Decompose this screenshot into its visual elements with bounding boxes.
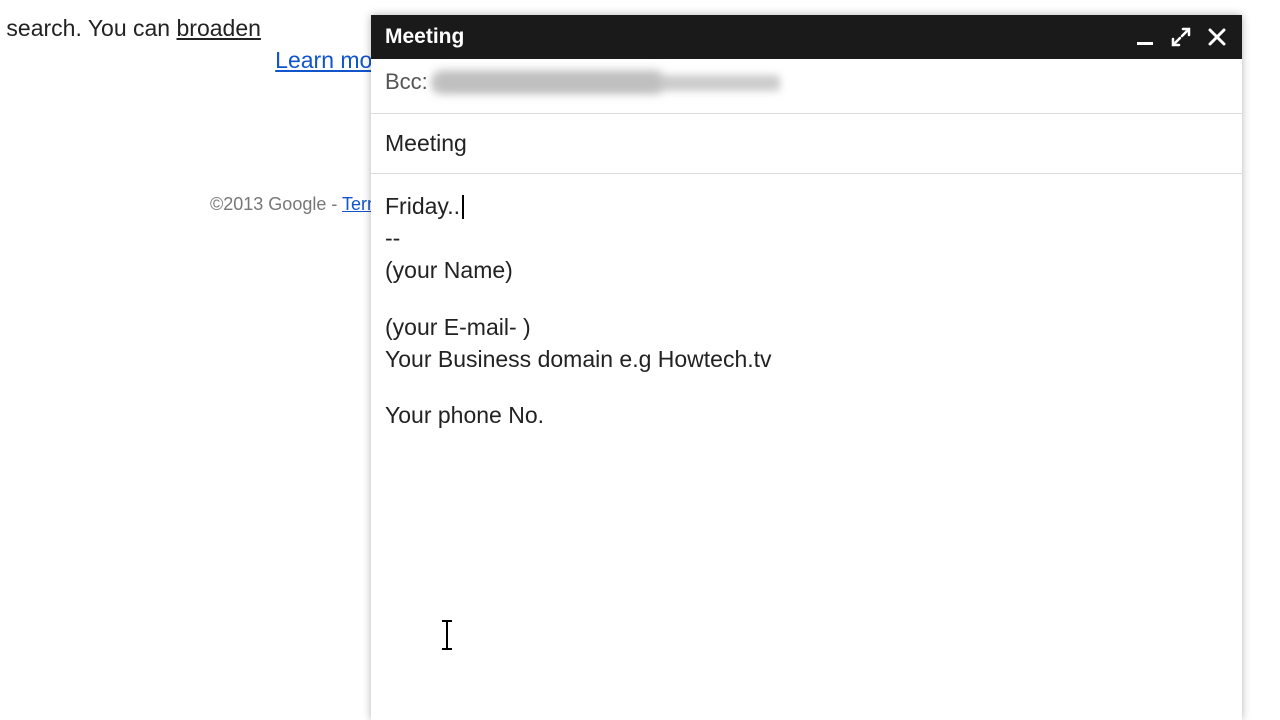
broaden-link[interactable]: broaden [177,15,261,41]
text-cursor-icon [446,620,448,650]
compose-window: Meeting Bcc: Meeting [371,15,1242,720]
body-line-1: Friday.. [385,190,1228,222]
subject-field[interactable]: Meeting [371,114,1242,174]
copyright-text: ©2013 Google - [210,194,342,214]
learn-more-link[interactable]: Learn mor [0,44,380,76]
signature-separator: -- [385,222,1228,254]
close-icon[interactable] [1206,26,1228,48]
fullscreen-icon[interactable] [1170,26,1192,48]
search-status-text: es matched your search. You can broaden … [0,12,380,76]
signature-name: (your Name) [385,254,1228,286]
minimize-icon[interactable] [1134,26,1156,48]
signature-phone: Your phone No. [385,399,1228,431]
signature-domain: Your Business domain e.g Howtech.tv [385,343,1228,375]
message-body[interactable]: Friday.. -- (your Name) (your E-mail- ) … [371,174,1242,694]
subject-text: Meeting [385,130,467,156]
blank-line [385,375,1228,399]
signature-email: (your E-mail- ) [385,311,1228,343]
search-text: es matched your search. You can [0,15,177,41]
bcc-field[interactable]: Bcc: [371,59,1242,114]
window-controls [1134,26,1228,48]
footer: ©2013 Google - Terms [210,194,391,215]
redacted-bcc-address [436,71,661,93]
bcc-label: Bcc: [385,69,428,95]
text-caret [462,195,464,219]
blank-line [385,287,1228,311]
compose-titlebar[interactable]: Meeting [371,15,1242,59]
compose-title: Meeting [385,25,1134,49]
